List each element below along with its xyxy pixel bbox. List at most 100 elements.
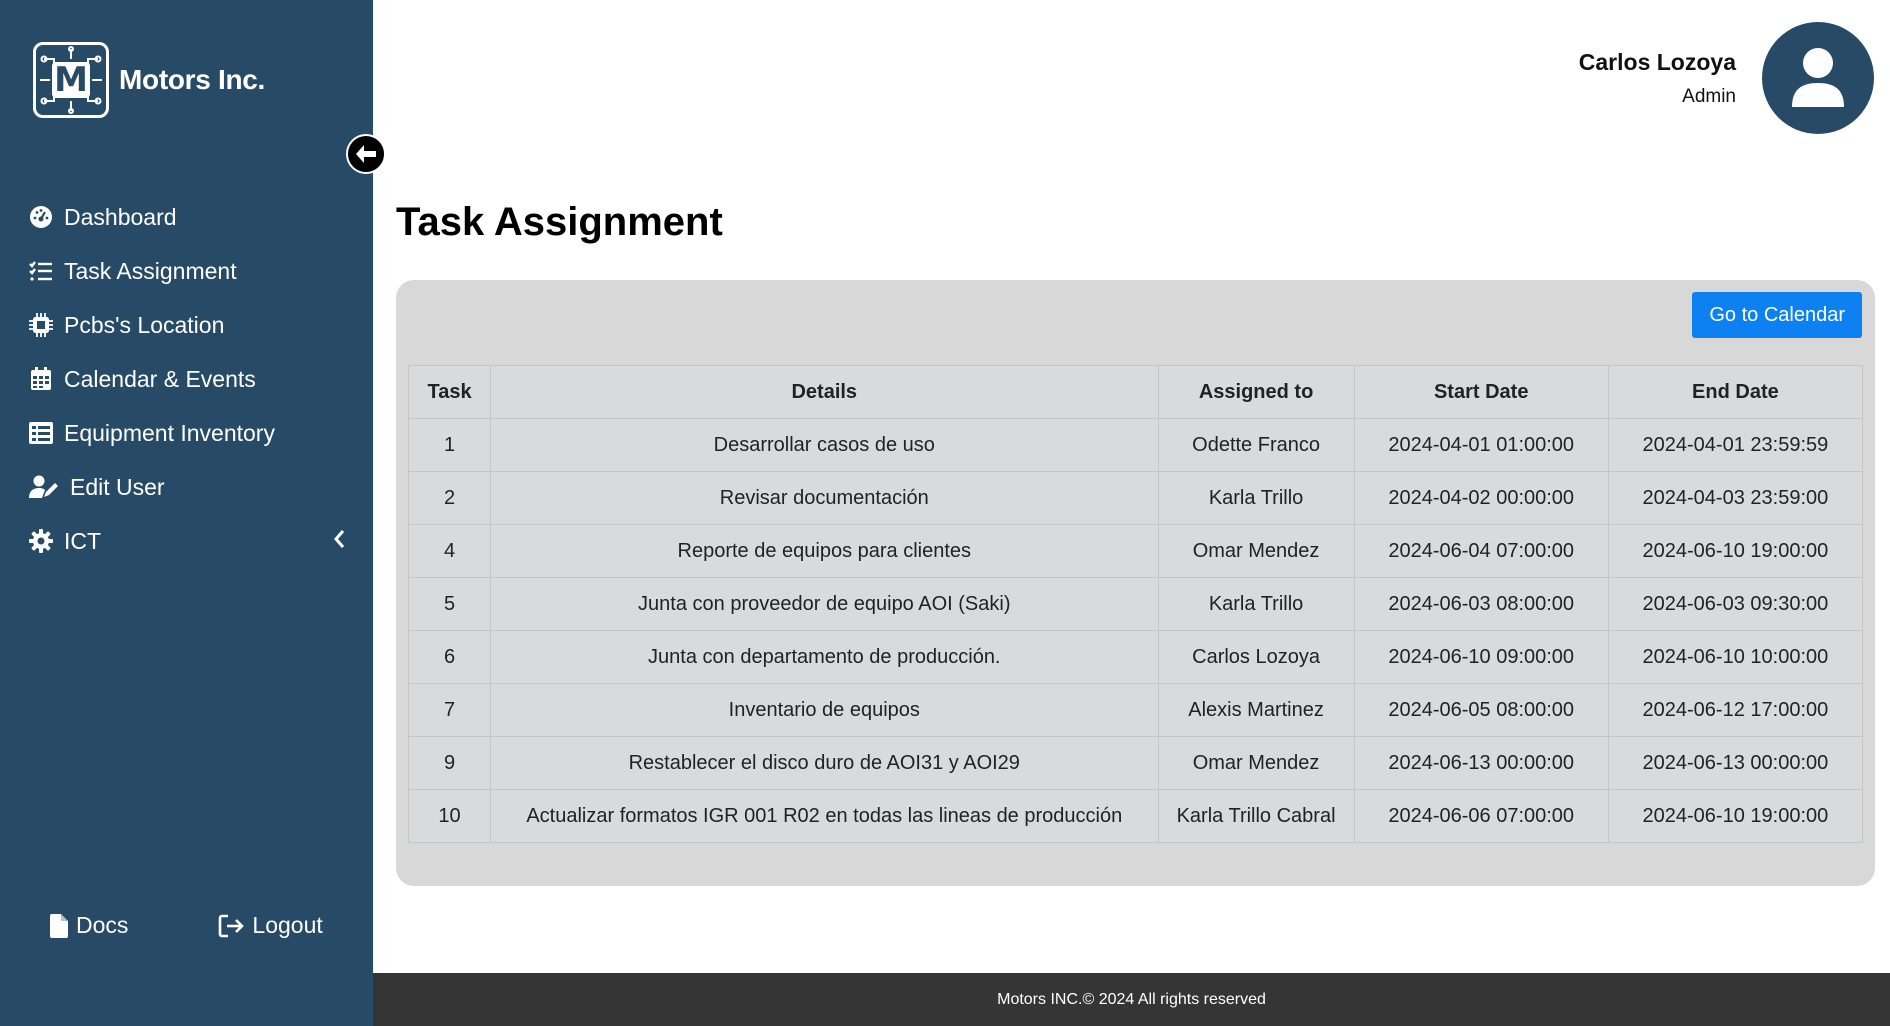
list-check-icon xyxy=(28,258,54,284)
assigned-to-cell: Karla Trillo xyxy=(1157,471,1355,525)
end-date-cell: 2024-04-03 23:59:00 xyxy=(1607,471,1864,525)
assigned-to-cell: Alexis Martinez xyxy=(1157,683,1355,737)
column-header-details: Details xyxy=(490,365,1159,419)
start-date-cell: 2024-04-02 00:00:00 xyxy=(1353,471,1609,525)
sidebar-item-calendar-events[interactable]: Calendar & Events xyxy=(0,352,373,406)
sidebar-item-label: Dashboard xyxy=(64,203,177,230)
user-info: Carlos Lozoya Admin xyxy=(1579,49,1736,108)
task-id-cell: 5 xyxy=(407,577,492,631)
end-date-cell: 2024-06-10 10:00:00 xyxy=(1607,630,1864,684)
user-profile[interactable]: Carlos Lozoya Admin xyxy=(1579,22,1874,134)
table-row: 9 Restablecer el disco duro de AOI31 y AO… xyxy=(407,736,1864,790)
task-details-cell: Junta con departamento de producción. xyxy=(490,630,1159,684)
sidebar-item-label: Calendar & Events xyxy=(64,365,256,392)
docs-label: Docs xyxy=(76,912,129,938)
assigned-to-cell: Omar Mendez xyxy=(1157,524,1355,578)
chevron-left-icon[interactable] xyxy=(333,528,345,555)
logo-icon: M xyxy=(33,42,109,118)
sidebar-item-equipment-inventory[interactable]: Equipment Inventory xyxy=(0,406,373,460)
sidebar: M Motors Inc. Dashboard Task Assignment … xyxy=(0,0,373,1026)
sidebar-item-edit-user[interactable]: Edit User xyxy=(0,460,373,514)
task-id-cell: 1 xyxy=(407,418,492,472)
table-header-row: Task Details Assigned to Start Date End … xyxy=(407,365,1864,419)
go-to-calendar-button[interactable]: Go to Calendar xyxy=(1692,292,1862,338)
sidebar-collapse-button[interactable] xyxy=(346,134,386,174)
logout-icon xyxy=(218,914,245,938)
logout-label: Logout xyxy=(252,912,323,938)
task-id-cell: 9 xyxy=(407,736,492,790)
task-details-cell: Desarrollar casos de uso xyxy=(490,418,1159,472)
docs-link[interactable]: Docs xyxy=(50,912,128,939)
start-date-cell: 2024-06-13 00:00:00 xyxy=(1353,736,1609,790)
start-date-cell: 2024-04-01 01:00:00 xyxy=(1353,418,1609,472)
column-header-assigned-to: Assigned to xyxy=(1157,365,1355,419)
table-row: 2 Revisar documentación Karla Trillo 2024-0… xyxy=(407,471,1864,525)
brand-name: Motors Inc. xyxy=(119,64,266,95)
column-header-end-date: End Date xyxy=(1607,365,1864,419)
sidebar-item-dashboard[interactable]: Dashboard xyxy=(0,190,373,244)
task-id-cell: 6 xyxy=(407,630,492,684)
task-panel: Go to Calendar Task Details Assigned to … xyxy=(396,280,1875,886)
file-icon xyxy=(50,913,68,938)
task-details-cell: Junta con proveedor de equipo AOI (Saki) xyxy=(490,577,1159,631)
user-icon xyxy=(1790,47,1846,109)
table-row: 7 Inventario de equipos Alexis Martinez 202… xyxy=(407,683,1864,737)
task-details-cell: Actualizar formatos IGR 001 R02 en todas… xyxy=(490,789,1159,843)
gear-icon xyxy=(28,528,54,554)
table-row: 10 Actualizar formatos IGR 001 R02 en tod… xyxy=(407,789,1864,843)
sidebar-item-ict[interactable]: ICT xyxy=(0,514,373,568)
end-date-cell: 2024-06-12 17:00:00 xyxy=(1607,683,1864,737)
arrow-left-icon xyxy=(355,144,377,164)
column-header-start-date: Start Date xyxy=(1353,365,1609,419)
start-date-cell: 2024-06-03 08:00:00 xyxy=(1353,577,1609,631)
sidebar-item-pcbs-location[interactable]: Pcbs's Location xyxy=(0,298,373,352)
start-date-cell: 2024-06-05 08:00:00 xyxy=(1353,683,1609,737)
user-pen-icon xyxy=(28,474,60,500)
sidebar-nav: Dashboard Task Assignment Pcbs's Locatio… xyxy=(0,190,373,568)
footer-text: Motors INC.© 2024 All rights reserved xyxy=(997,990,1266,1008)
end-date-cell: 2024-04-01 23:59:59 xyxy=(1607,418,1864,472)
table-row: 5 Junta con proveedor de equipo AOI (Saki… xyxy=(407,577,1864,631)
end-date-cell: 2024-06-10 19:00:00 xyxy=(1607,524,1864,578)
task-table: Task Details Assigned to Start Date End … xyxy=(407,365,1864,843)
start-date-cell: 2024-06-06 07:00:00 xyxy=(1353,789,1609,843)
sidebar-item-label: Edit User xyxy=(70,473,165,500)
logout-link[interactable]: Logout xyxy=(218,912,323,939)
calendar-icon xyxy=(28,366,54,392)
task-details-cell: Inventario de equipos xyxy=(490,683,1159,737)
sidebar-item-label: Task Assignment xyxy=(64,257,237,284)
user-name: Carlos Lozoya xyxy=(1578,48,1736,75)
task-id-cell: 2 xyxy=(407,471,492,525)
sidebar-item-label: Equipment Inventory xyxy=(64,419,275,446)
table-list-icon xyxy=(28,420,54,446)
task-details-cell: Reporte de equipos para clientes xyxy=(490,524,1159,578)
end-date-cell: 2024-06-03 09:30:00 xyxy=(1607,577,1864,631)
start-date-cell: 2024-06-04 07:00:00 xyxy=(1353,524,1609,578)
assigned-to-cell: Odette Franco xyxy=(1157,418,1355,472)
user-role: Admin xyxy=(1682,85,1736,107)
task-details-cell: Restablecer el disco duro de AOI31 y AOI… xyxy=(490,736,1159,790)
sidebar-item-label: Pcbs's Location xyxy=(64,311,225,338)
microchip-icon xyxy=(28,312,54,338)
task-id-cell: 10 xyxy=(407,789,492,843)
sidebar-item-task-assignment[interactable]: Task Assignment xyxy=(0,244,373,298)
sidebar-footer-links: Docs Logout xyxy=(0,912,373,939)
table-row: 1 Desarrollar casos de uso Odette Franco 20… xyxy=(407,418,1864,472)
footer: Motors INC.© 2024 All rights reserved xyxy=(373,973,1890,1026)
task-id-cell: 4 xyxy=(407,524,492,578)
assigned-to-cell: Karla Trillo xyxy=(1157,577,1355,631)
assigned-to-cell: Karla Trillo Cabral xyxy=(1157,789,1355,843)
gauge-icon xyxy=(28,204,54,230)
page-title: Task Assignment xyxy=(396,200,723,244)
task-details-cell: Revisar documentación xyxy=(490,471,1159,525)
start-date-cell: 2024-06-10 09:00:00 xyxy=(1353,630,1609,684)
end-date-cell: 2024-06-10 19:00:00 xyxy=(1607,789,1864,843)
column-header-task: Task xyxy=(407,365,492,419)
end-date-cell: 2024-06-13 00:00:00 xyxy=(1607,736,1864,790)
assigned-to-cell: Carlos Lozoya xyxy=(1157,630,1355,684)
brand-logo[interactable]: M Motors Inc. xyxy=(33,42,265,118)
assigned-to-cell: Omar Mendez xyxy=(1157,736,1355,790)
table-row: 4 Reporte de equipos para clientes Omar Me… xyxy=(407,524,1864,578)
avatar[interactable] xyxy=(1762,22,1874,134)
sidebar-item-label: ICT xyxy=(64,527,102,554)
